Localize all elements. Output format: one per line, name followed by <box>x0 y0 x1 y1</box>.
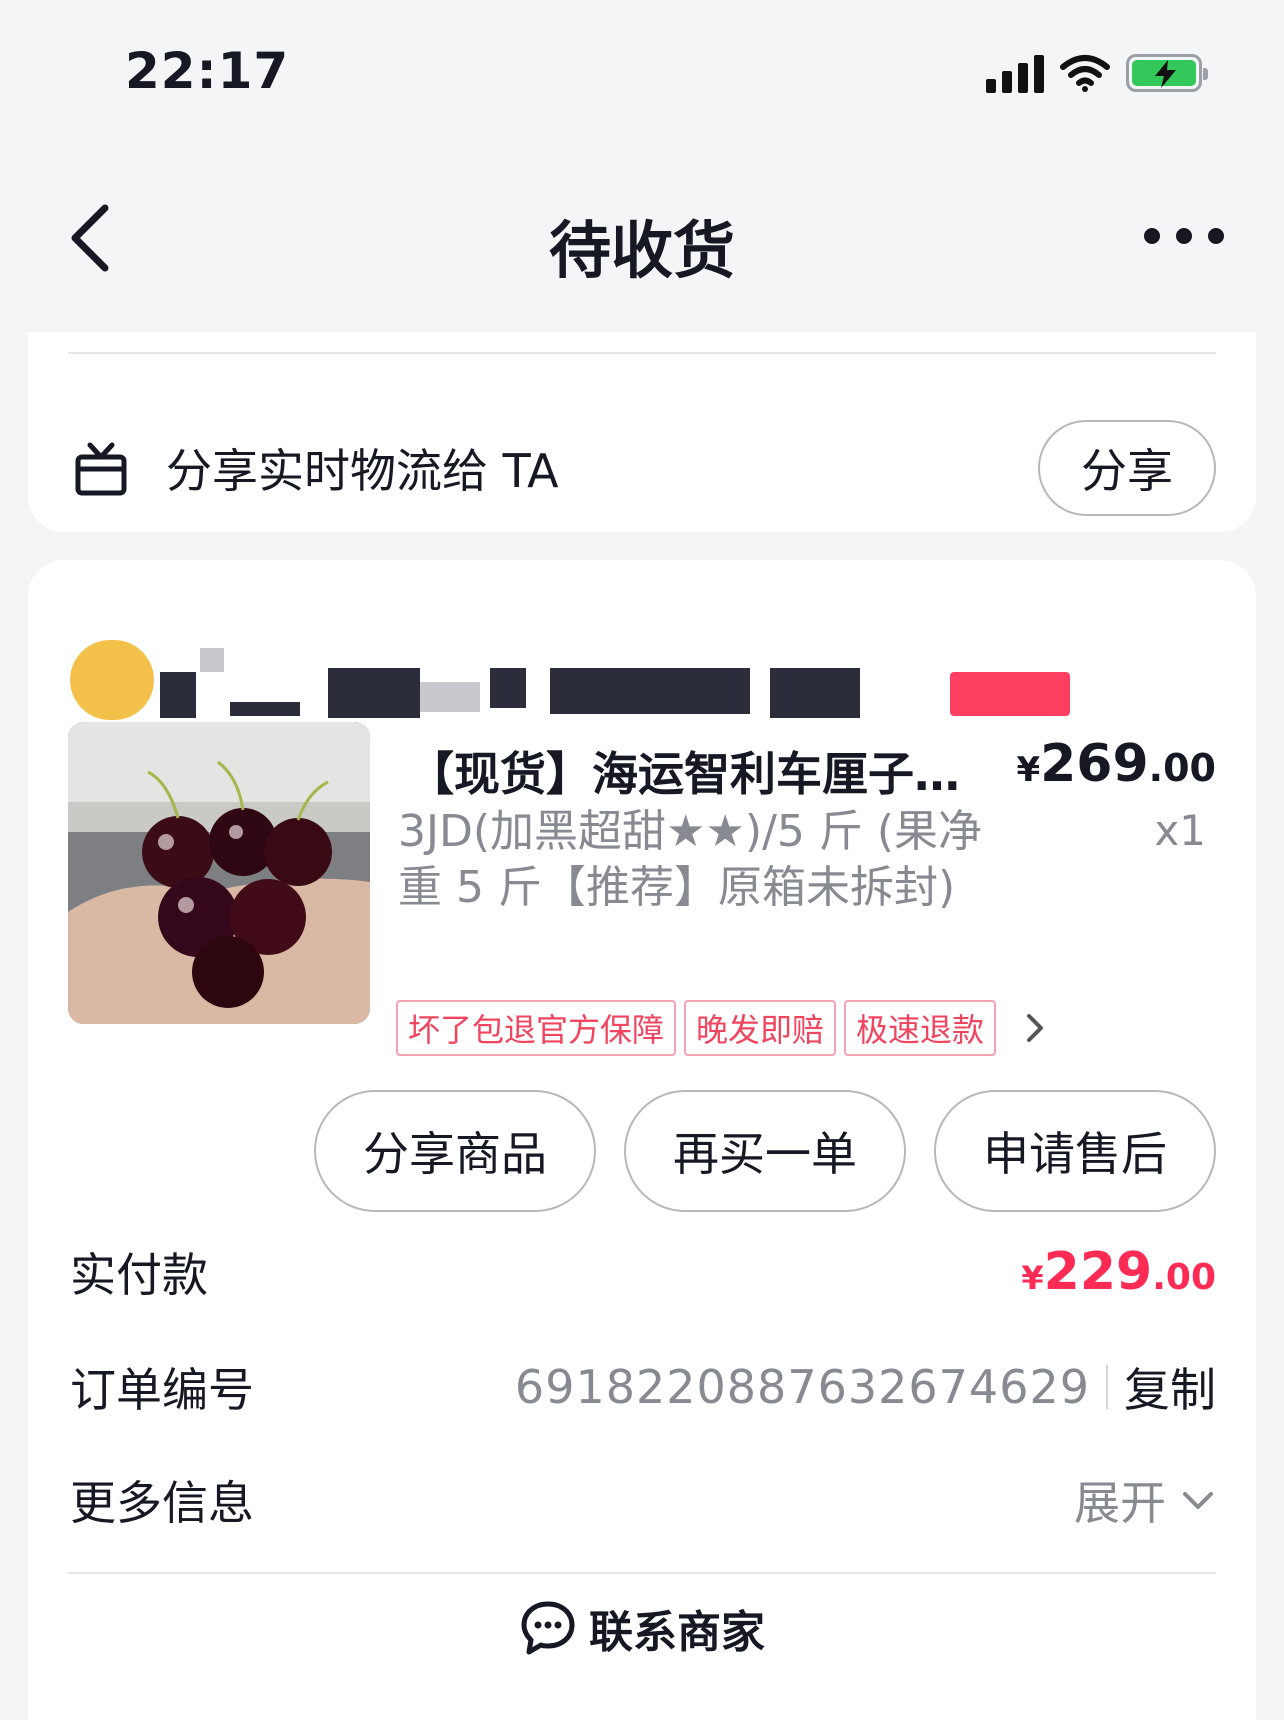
cellular-signal-icon <box>986 53 1044 93</box>
contact-merchant-label: 联系商家 <box>589 1607 765 1658</box>
share-product-button[interactable]: 分享商品 <box>314 1090 596 1212</box>
divider <box>68 352 1216 354</box>
blurred-shop-name-part <box>200 648 224 672</box>
blurred-shop-name-part <box>770 668 860 718</box>
blurred-shop-name <box>160 672 196 718</box>
more-options-icon[interactable] <box>1144 206 1224 266</box>
service-tag: 坏了包退官方保障 <box>396 1000 677 1056</box>
status-time: 22:17 <box>125 42 290 100</box>
buy-again-button[interactable]: 再买一单 <box>624 1090 906 1212</box>
separator <box>1106 1365 1108 1409</box>
product-spec: 3JD(加黑超甜★★)/5 斤 (果净重 5 斤【推荐】原箱未拆封) <box>398 806 983 913</box>
battery-icon <box>1126 54 1208 92</box>
more-info-row[interactable]: 更多信息 展开 <box>70 1460 1216 1540</box>
expand-label: 展开 <box>1074 1476 1166 1530</box>
status-icons <box>986 50 1208 96</box>
order-actions: 分享商品 再买一单 申请售后 <box>314 1090 1216 1212</box>
product-item[interactable]: 【现货】海运智利车厘子… ¥269.00 3JD(加黑超甜★★)/5 斤 (果净… <box>68 722 1216 1056</box>
order-number-label: 订单编号 <box>70 1363 254 1417</box>
blurred-shop-name-part <box>550 668 750 714</box>
nav-bar: 待收货 <box>0 170 1284 300</box>
service-tag: 晚发即赔 <box>684 1000 837 1056</box>
copy-button[interactable]: 复制 <box>1124 1354 1216 1420</box>
chevron-down-icon <box>1183 1492 1213 1509</box>
payment-label: 实付款 <box>70 1248 208 1302</box>
more-info-label: 更多信息 <box>70 1476 254 1530</box>
blurred-shop-name-part <box>420 682 480 712</box>
expand-toggle[interactable]: 展开 <box>1074 1467 1216 1533</box>
divider <box>68 1572 1216 1574</box>
product-image[interactable] <box>68 722 370 1024</box>
chevron-right-icon[interactable] <box>1020 1008 1050 1048</box>
blurred-shop-name-part <box>490 668 526 708</box>
status-bar: 22:17 <box>0 0 1284 140</box>
page-title: 待收货 <box>548 214 735 287</box>
product-price: ¥269.00 <box>1016 734 1216 794</box>
service-tag: 极速退款 <box>844 1000 997 1056</box>
chat-bubble-icon <box>521 1601 575 1655</box>
gift-icon <box>75 442 127 496</box>
payment-amount: ¥229.00 <box>1021 1242 1216 1302</box>
shop-avatar <box>70 640 154 720</box>
share-logistics-card: 分享实时物流给 TA 分享 <box>28 332 1256 532</box>
service-tags[interactable]: 坏了包退官方保障 晚发即赔 极速退款 <box>396 1000 1050 1056</box>
order-card: 【现货】海运智利车厘子… ¥269.00 3JD(加黑超甜★★)/5 斤 (果净… <box>28 560 1256 1720</box>
share-logistics-row: 分享实时物流给 TA 分享 <box>72 418 1216 518</box>
blurred-shop-name-part <box>230 702 300 716</box>
blurred-shop-name-part <box>328 668 420 718</box>
order-number-row: 订单编号 6918220887632674629 复制 <box>70 1347 1216 1427</box>
product-title[interactable]: 【现货】海运智利车厘子… <box>408 738 998 804</box>
blurred-shop-badge <box>950 672 1070 716</box>
product-quantity: x1 <box>1154 806 1206 855</box>
share-logistics-text: 分享实时物流给 TA <box>166 444 559 498</box>
contact-merchant-button[interactable]: 联系商家 <box>28 1596 1256 1660</box>
payment-row: 实付款 ¥229.00 <box>70 1232 1216 1312</box>
after-sale-button[interactable]: 申请售后 <box>934 1090 1216 1212</box>
shop-name-row[interactable] <box>70 612 1070 720</box>
wifi-icon <box>1060 55 1110 92</box>
share-button[interactable]: 分享 <box>1038 420 1216 516</box>
order-number: 6918220887632674629 <box>514 1360 1090 1414</box>
